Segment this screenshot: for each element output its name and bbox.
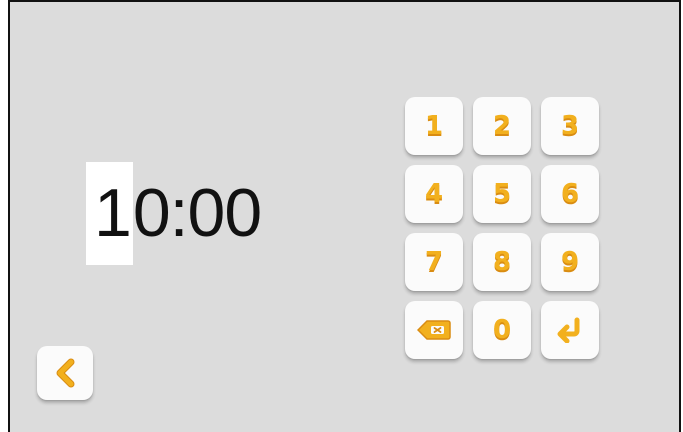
key-6[interactable]: 6: [541, 165, 599, 223]
key-1[interactable]: 1: [405, 97, 463, 155]
key-label: 2: [492, 111, 512, 141]
time-cursor-digit: 1: [86, 162, 133, 265]
key-label: 5: [492, 179, 512, 209]
key-2[interactable]: 2: [473, 97, 531, 155]
time-display[interactable]: 1 0:00: [86, 162, 262, 265]
key-label: 4: [424, 179, 444, 209]
numeric-keypad: 1 2 3 4 5 6 7 8 9 0: [405, 97, 599, 359]
key-9[interactable]: 9: [541, 233, 599, 291]
key-label: 9: [560, 247, 580, 277]
back-button[interactable]: [37, 346, 93, 400]
key-7[interactable]: 7: [405, 233, 463, 291]
key-label: 8: [492, 247, 512, 277]
backspace-key[interactable]: [405, 301, 463, 359]
backspace-icon: [417, 319, 451, 341]
key-8[interactable]: 8: [473, 233, 531, 291]
chevron-left-icon: [53, 358, 77, 388]
time-entry-screen: 1 0:00 1 2 3 4 5 6 7 8 9 0: [8, 0, 681, 432]
key-label: 7: [424, 247, 444, 277]
key-label: 3: [560, 111, 580, 141]
key-label: 1: [424, 111, 444, 141]
key-label: 0: [492, 315, 512, 345]
key-label: 6: [560, 179, 580, 209]
enter-key[interactable]: [541, 301, 599, 359]
key-4[interactable]: 4: [405, 165, 463, 223]
key-3[interactable]: 3: [541, 97, 599, 155]
enter-arrow-icon: [556, 317, 584, 343]
key-0[interactable]: 0: [473, 301, 531, 359]
key-5[interactable]: 5: [473, 165, 531, 223]
time-remaining-digits: 0:00: [132, 175, 262, 251]
